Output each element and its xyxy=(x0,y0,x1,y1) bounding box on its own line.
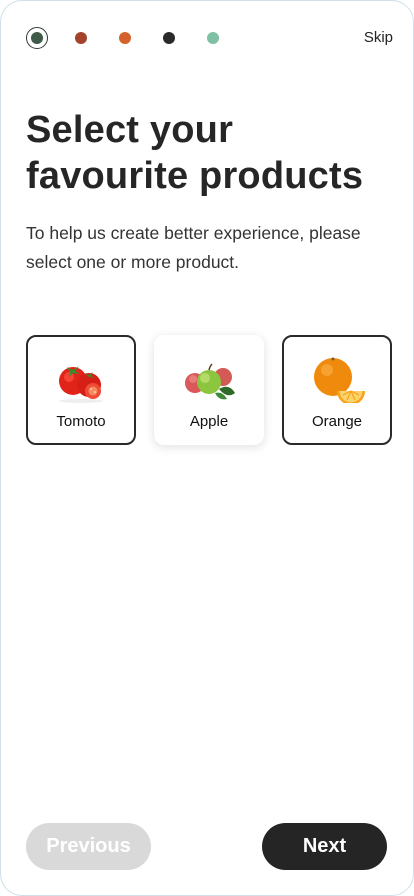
next-button[interactable]: Next xyxy=(262,823,387,870)
progress-dot-1[interactable] xyxy=(26,27,48,49)
product-card-tomato[interactable]: Tomoto xyxy=(26,335,136,445)
skip-button[interactable]: Skip xyxy=(364,29,393,46)
product-list: Tomoto Apple Orange xyxy=(26,335,410,445)
title-line-1: Select your xyxy=(26,109,234,151)
product-label: Apple xyxy=(189,413,229,430)
progress-dot-fill xyxy=(207,32,219,44)
previous-button[interactable]: Previous xyxy=(26,823,151,870)
progress-dot-5[interactable] xyxy=(202,27,224,49)
onboarding-screen: Skip Select your favourite products To h… xyxy=(0,0,414,896)
apple-image xyxy=(185,363,235,400)
product-card-orange[interactable]: Orange xyxy=(282,335,392,445)
tomato-image xyxy=(59,366,103,403)
product-label: Tomoto xyxy=(56,413,106,430)
product-label: Orange xyxy=(311,413,363,430)
progress-dot-3[interactable] xyxy=(114,27,136,49)
page-title: Select your favourite products xyxy=(26,107,396,199)
progress-dot-fill xyxy=(163,32,175,44)
orange-image xyxy=(314,357,365,403)
page-subtitle: To help us create better experience, ple… xyxy=(26,223,361,272)
progress-dot-fill xyxy=(119,32,131,44)
progress-dot-4[interactable] xyxy=(158,27,180,49)
title-line-2: favourite products xyxy=(26,155,364,197)
progress-dot-2[interactable] xyxy=(70,27,92,49)
progress-dot-fill xyxy=(31,32,43,44)
product-card-apple[interactable]: Apple xyxy=(154,335,264,445)
progress-dots xyxy=(26,27,246,49)
progress-dot-fill xyxy=(75,32,87,44)
